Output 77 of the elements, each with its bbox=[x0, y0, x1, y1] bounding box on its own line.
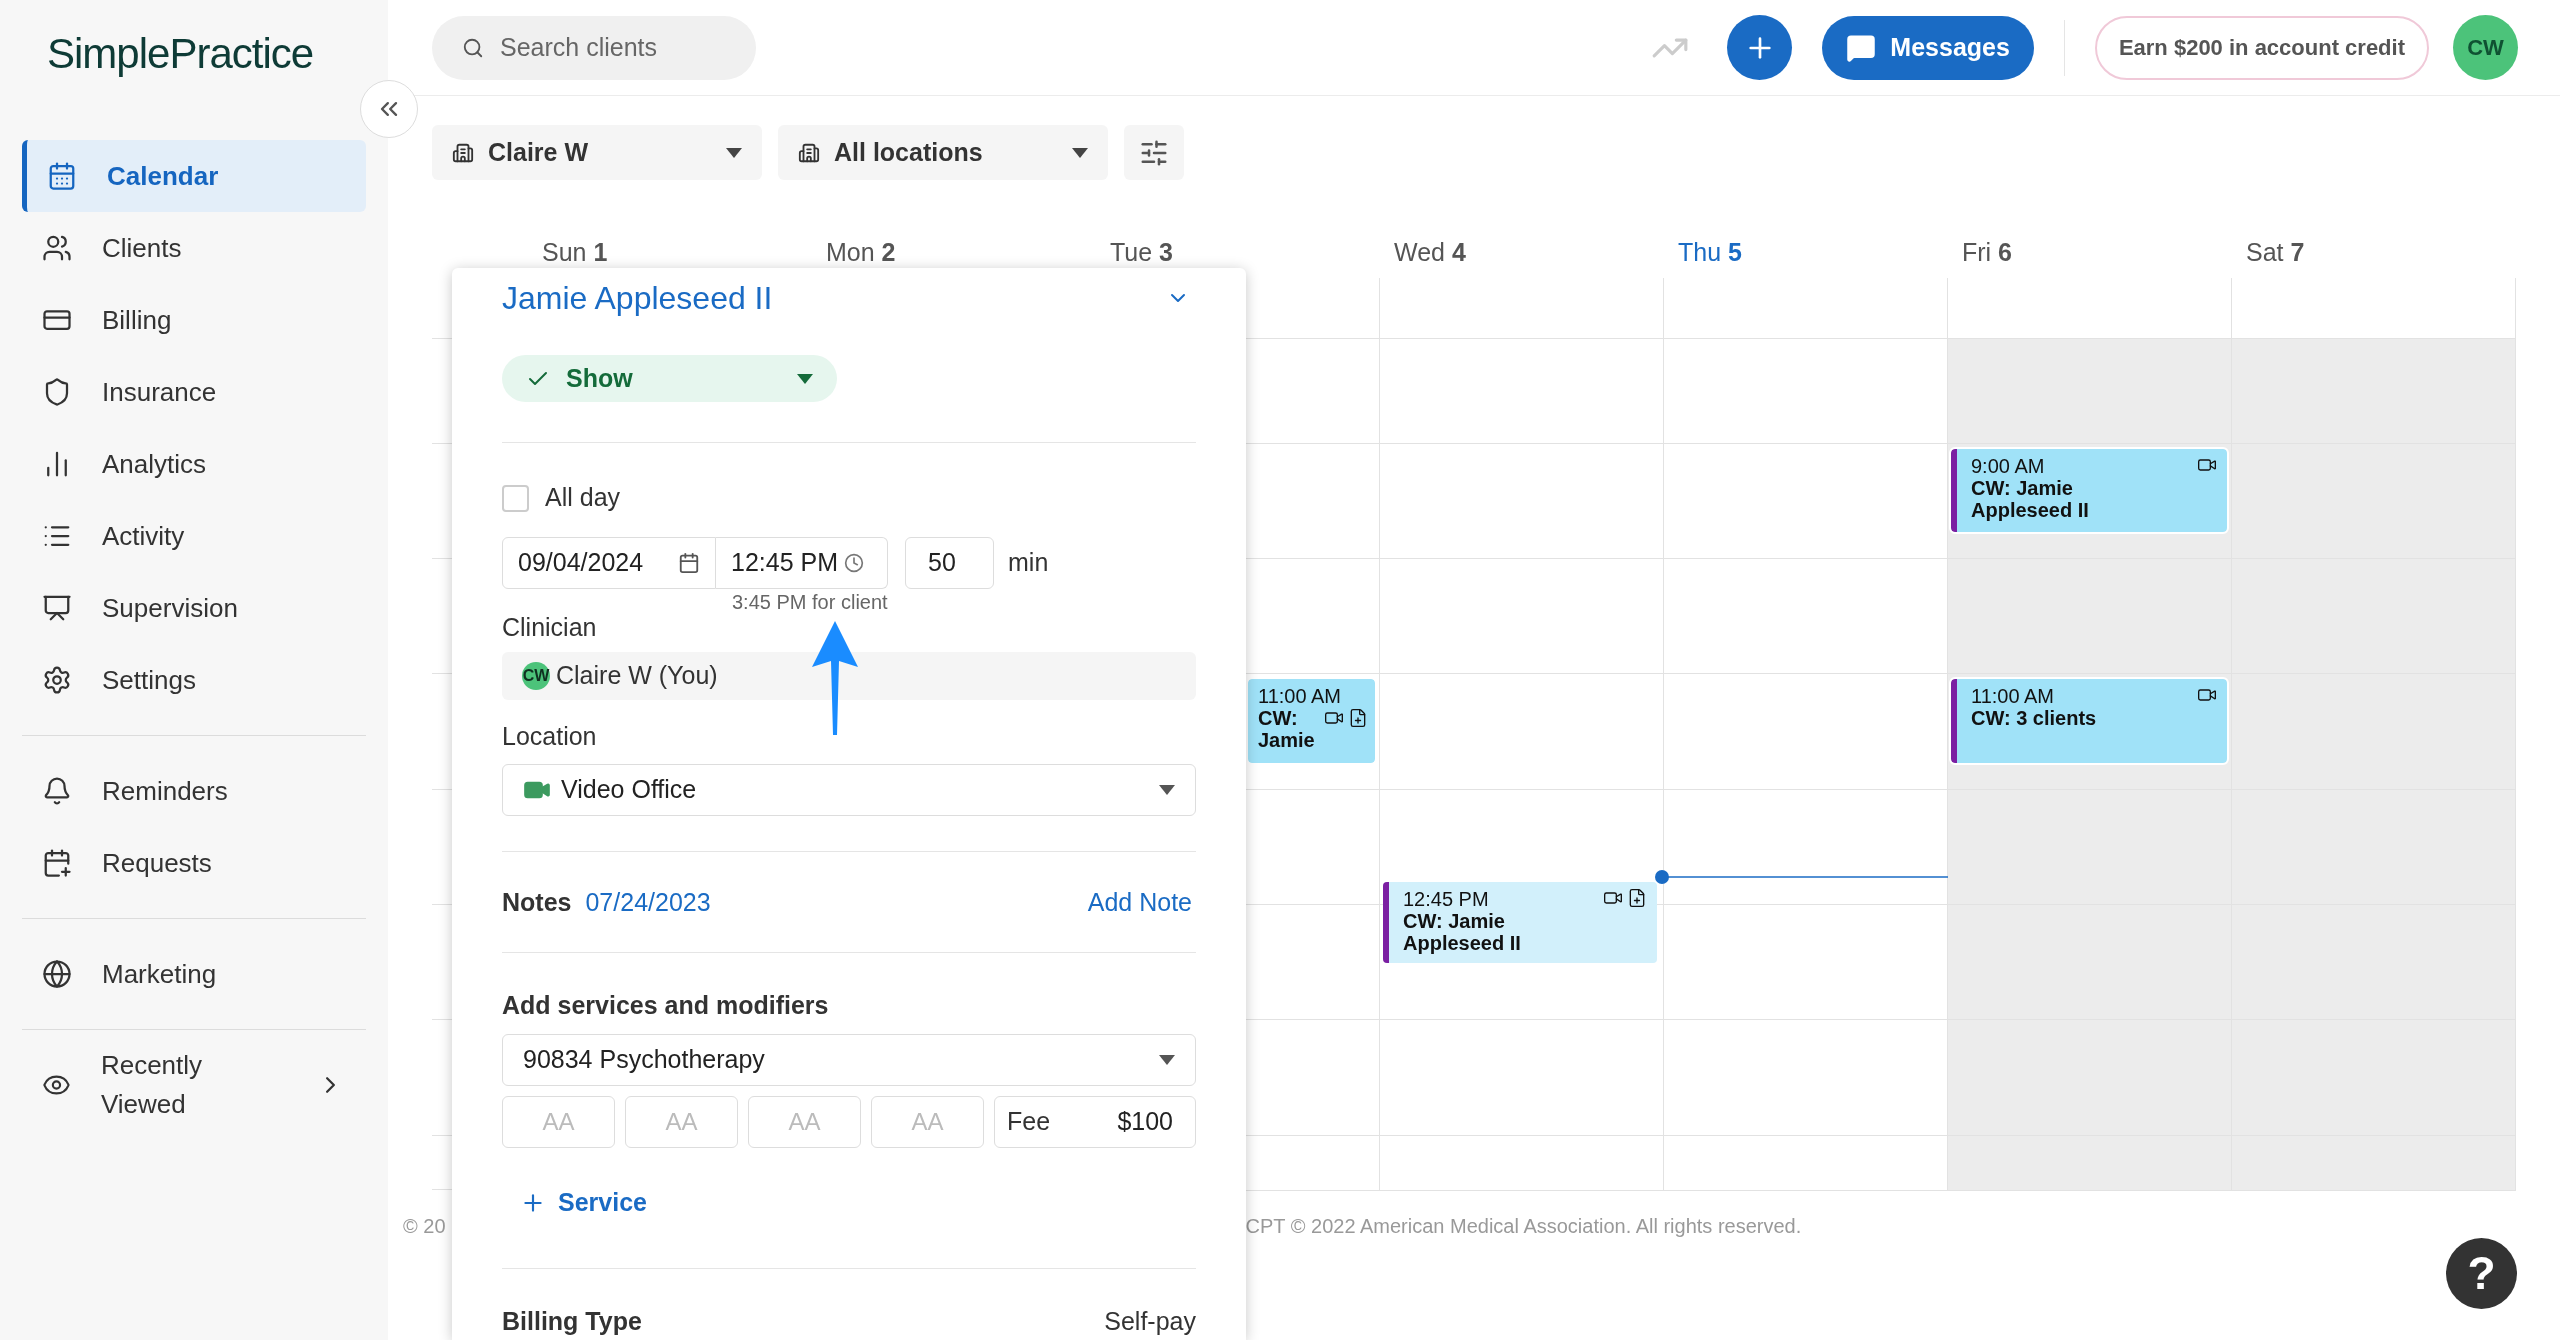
event-card[interactable]: 11:00 AM CW: 3 clients bbox=[1951, 679, 2227, 763]
day-header: Sun 1 bbox=[542, 237, 608, 269]
filter-dropdown[interactable]: All locations bbox=[778, 125, 1108, 180]
modifier-field[interactable]: AA bbox=[748, 1096, 861, 1148]
checkbox-label: All day bbox=[545, 482, 621, 514]
nav-item[interactable]: Recently Viewed bbox=[22, 1049, 366, 1121]
filter-dropdown[interactable]: Claire W bbox=[432, 125, 762, 180]
caret-icon bbox=[1072, 147, 1088, 158]
field-label: Location bbox=[502, 721, 598, 753]
nav-item[interactable]: Clients bbox=[22, 212, 366, 284]
nav-item[interactable]: Insurance bbox=[22, 356, 366, 428]
nav-item[interactable]: Settings bbox=[22, 644, 366, 716]
messages-button[interactable]: Messages bbox=[1822, 15, 2034, 80]
nav-item[interactable]: Analytics bbox=[22, 428, 366, 500]
section-title: Add services and modifiers bbox=[502, 989, 830, 1021]
bell-icon bbox=[42, 776, 72, 806]
date-field[interactable]: 09/04/2024 bbox=[502, 536, 716, 589]
calendar-icon bbox=[47, 161, 77, 191]
event-card[interactable]: 11:00 AM CW: Jamie bbox=[1248, 679, 1375, 763]
add-service-button[interactable]: Service bbox=[520, 1184, 647, 1222]
clock-icon bbox=[844, 552, 864, 573]
search-field[interactable]: Search clients bbox=[432, 15, 756, 80]
help-button[interactable]: ? bbox=[2446, 1238, 2517, 1309]
nav-item[interactable]: Reminders bbox=[22, 755, 366, 827]
billing-value: Self-pay bbox=[1104, 1305, 1196, 1337]
search-icon bbox=[462, 36, 484, 59]
logo[interactable]: SimplePractice bbox=[47, 30, 314, 77]
day-header: Sat 7 bbox=[2246, 237, 2305, 269]
status-dropdown[interactable]: Show bbox=[502, 355, 837, 403]
copyright-text: CPT © 2022 American Medical Association. All rights reserved. bbox=[1245, 1214, 1802, 1237]
nav-item[interactable]: Billing bbox=[22, 284, 366, 356]
building-icon bbox=[798, 141, 820, 164]
event-card[interactable]: 9:00 AM CW: Jamie Appleseed II bbox=[1951, 449, 2227, 532]
section-label: Billing Type bbox=[502, 1305, 642, 1337]
nav-item[interactable]: Activity bbox=[22, 500, 366, 572]
caret-icon bbox=[797, 373, 813, 384]
people-icon bbox=[42, 233, 72, 263]
service-dropdown[interactable]: 90834 Psychotherapy bbox=[502, 1034, 1196, 1087]
copyright-text: © 20 bbox=[403, 1214, 446, 1237]
modifier-field[interactable]: AA bbox=[502, 1096, 615, 1148]
day-header: Tue 3 bbox=[1110, 237, 1173, 269]
time-field[interactable]: 12:45 PM bbox=[716, 536, 888, 589]
duration-unit: min bbox=[1008, 546, 1049, 578]
duration-field[interactable]: 50 bbox=[905, 536, 994, 589]
field-label: Clinician bbox=[502, 611, 598, 643]
calendar-plus-icon bbox=[42, 848, 72, 878]
section-label: Notes bbox=[502, 886, 572, 918]
location-dropdown[interactable]: Video Office bbox=[502, 763, 1196, 816]
day-header: Wed 4 bbox=[1394, 237, 1466, 269]
filter-settings-button[interactable] bbox=[1124, 125, 1184, 180]
modifier-field[interactable]: AA bbox=[625, 1096, 738, 1148]
settings-icon bbox=[42, 665, 72, 695]
avatar: CW bbox=[522, 662, 550, 691]
caret-icon bbox=[726, 147, 742, 158]
credit-button[interactable]: Earn $200 in account credit bbox=[2094, 15, 2429, 80]
day-header: Mon 2 bbox=[826, 237, 896, 269]
modifier-field[interactable]: AA bbox=[871, 1096, 984, 1148]
avatar[interactable]: CW bbox=[2453, 15, 2518, 80]
checkbox[interactable] bbox=[502, 484, 529, 512]
presentation-icon bbox=[42, 593, 72, 623]
caret-icon bbox=[1159, 784, 1175, 795]
event-card[interactable]: 12:45 PM CW: Jamie Appleseed II bbox=[1383, 882, 1657, 963]
day-header: Thu 5 bbox=[1678, 237, 1742, 269]
nav-item[interactable]: Requests bbox=[22, 827, 366, 899]
fee-field[interactable]: Fee $100 bbox=[994, 1096, 1196, 1148]
nav-item[interactable]: Calendar bbox=[22, 140, 366, 212]
calendar-icon bbox=[678, 551, 700, 574]
day-header: Fri 6 bbox=[1962, 237, 2012, 269]
nav-item[interactable]: Marketing bbox=[22, 938, 366, 1010]
note-date-link[interactable]: 07/24/2023 bbox=[585, 883, 711, 922]
caret-icon bbox=[1159, 1055, 1175, 1066]
add-note-link[interactable]: Add Note bbox=[1087, 883, 1192, 922]
globe-icon bbox=[42, 959, 72, 989]
nav-item[interactable]: Supervision bbox=[22, 572, 366, 644]
clinician-field[interactable]: CW Claire W (You) bbox=[502, 652, 1196, 701]
client-name[interactable]: Jamie Appleseed II bbox=[502, 274, 773, 322]
client-time-hint: 3:45 PM for client bbox=[732, 589, 889, 615]
